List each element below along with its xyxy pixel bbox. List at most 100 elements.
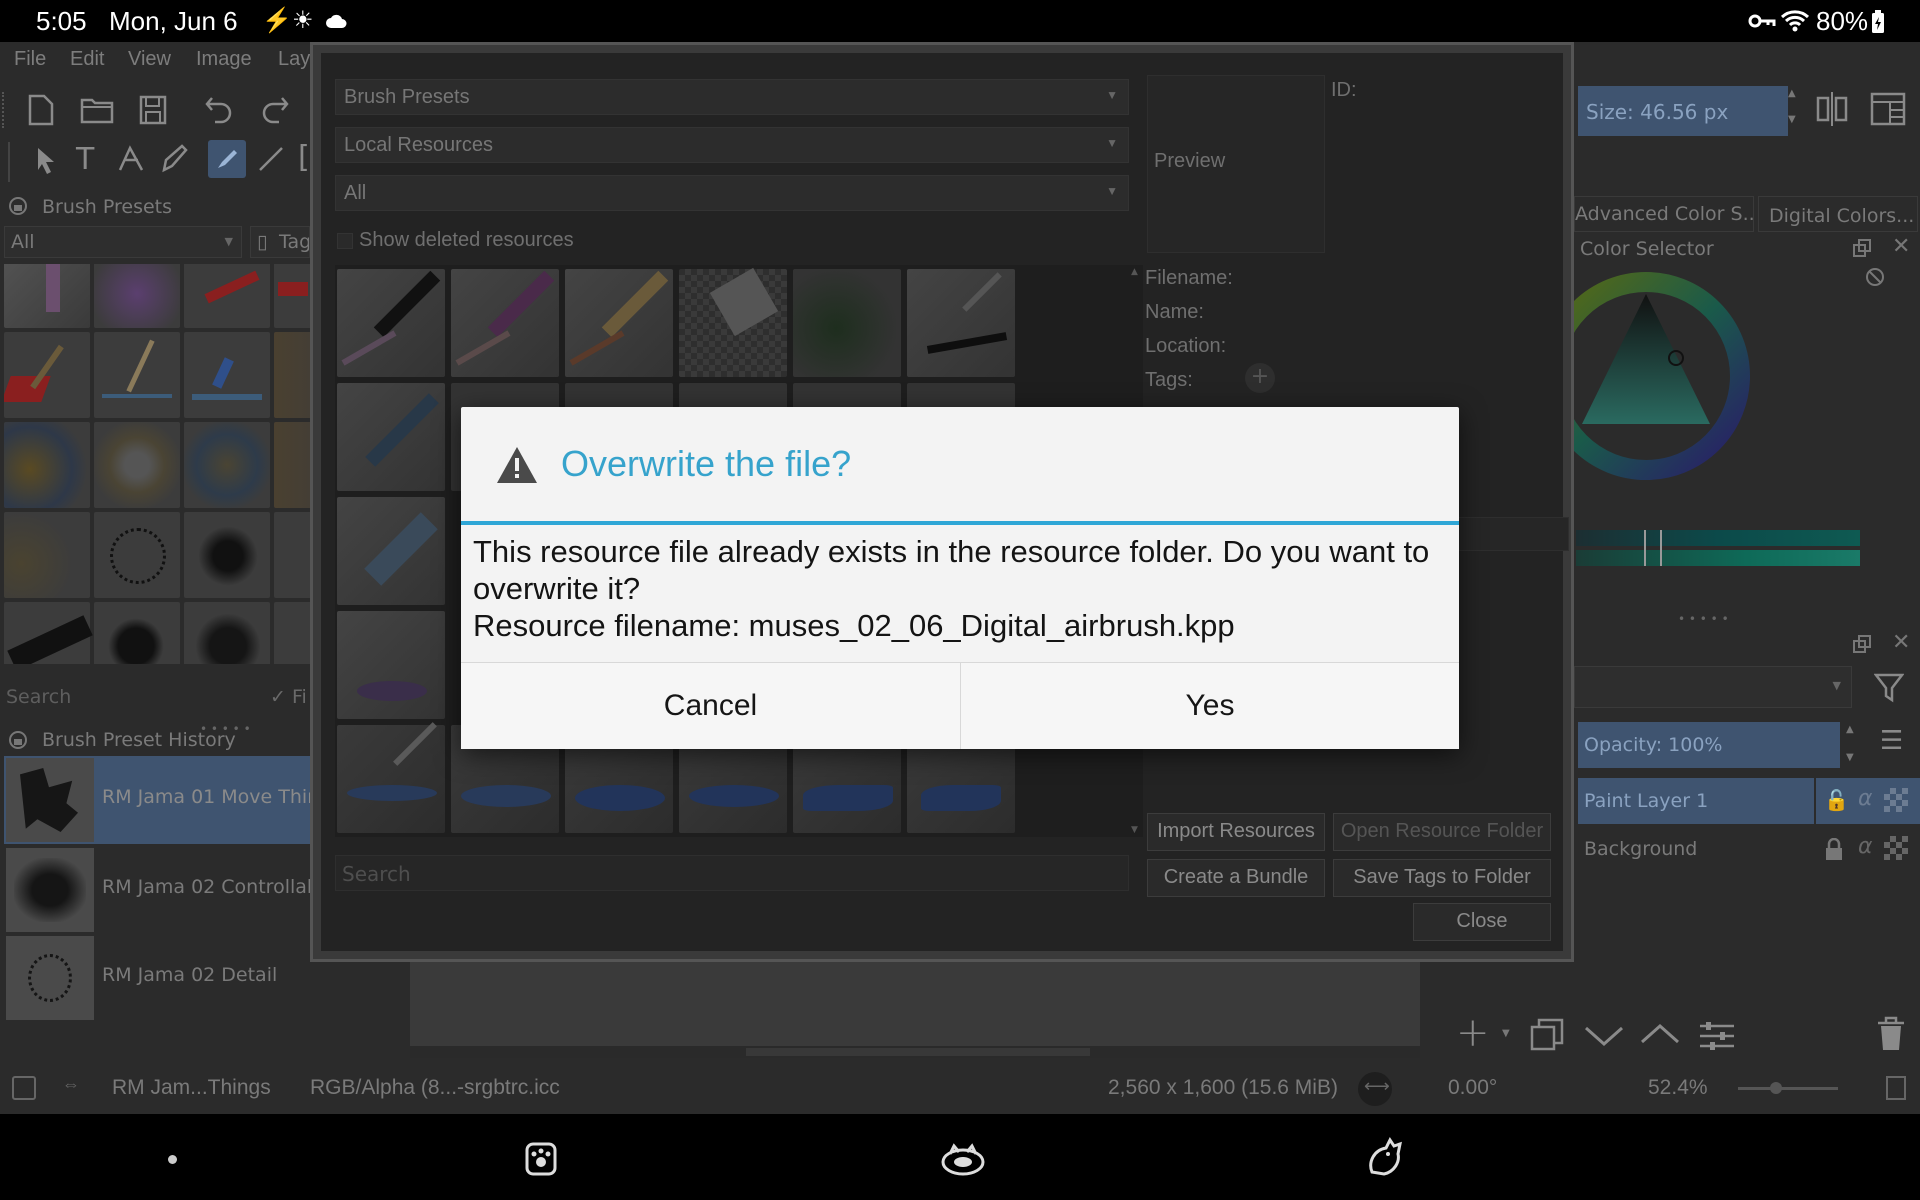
filter-checkbox[interactable]: ✓ xyxy=(270,686,286,708)
move-layer-down-icon[interactable] xyxy=(1584,1024,1624,1048)
zoom-slider[interactable] xyxy=(1738,1082,1838,1094)
filter-icon[interactable] xyxy=(1874,672,1904,704)
float-docker-icon[interactable] xyxy=(1852,238,1872,258)
close-docker-icon[interactable]: ✕ xyxy=(1892,630,1910,655)
spin-down-icon[interactable]: ▼ xyxy=(1846,752,1854,763)
history-item[interactable]: RM Jama 02 Controllab xyxy=(4,846,319,934)
calligraphy-icon[interactable] xyxy=(160,144,190,174)
lock-docker-icon[interactable] xyxy=(8,730,28,750)
fullscreen-icon[interactable] xyxy=(1886,1076,1906,1100)
wrap-icon[interactable]: ⇔ xyxy=(62,1074,80,1095)
horizontal-scrollbar[interactable] xyxy=(410,1046,1420,1058)
brush-preset-thumb[interactable] xyxy=(4,264,90,328)
workspace-icon[interactable] xyxy=(1870,92,1906,126)
alpha-lock-icon[interactable]: α xyxy=(1858,786,1873,811)
lock-icon[interactable] xyxy=(1824,838,1844,862)
resource-thumb[interactable] xyxy=(337,269,445,377)
brush-preset-thumb[interactable] xyxy=(94,332,180,418)
menu-view[interactable]: View xyxy=(128,48,171,71)
freehand-brush-tool[interactable] xyxy=(208,140,246,178)
open-folder-icon[interactable] xyxy=(80,96,114,124)
spin-down-icon[interactable]: ▼ xyxy=(1788,114,1796,125)
layer-row-selected[interactable]: Paint Layer 1 🔓 α xyxy=(1578,778,1920,824)
cat-home-icon[interactable] xyxy=(940,1140,986,1176)
brush-preset-thumb[interactable] xyxy=(274,422,310,508)
paw-app-icon[interactable] xyxy=(524,1138,558,1178)
brush-preset-thumb[interactable] xyxy=(184,512,270,598)
undo-icon[interactable] xyxy=(204,94,234,124)
menu-edit[interactable]: Edit xyxy=(70,48,104,71)
resource-thumb[interactable] xyxy=(451,269,559,377)
layer-row[interactable]: Background α xyxy=(1578,826,1920,872)
menu-layer[interactable]: Lay xyxy=(278,48,310,71)
cat-back-icon[interactable] xyxy=(1364,1136,1404,1178)
brush-preset-thumb[interactable] xyxy=(184,332,270,418)
brush-search-input[interactable]: Search xyxy=(6,686,71,708)
line-tool-icon[interactable] xyxy=(256,144,286,174)
resource-thumb[interactable] xyxy=(565,269,673,377)
brush-size-slider[interactable]: Size: 46.56 px xyxy=(1578,86,1788,136)
menu-icon[interactable]: ☰ xyxy=(1880,726,1903,756)
brush-preset-thumb[interactable] xyxy=(274,512,310,598)
blend-mode-combo[interactable]: ▼ xyxy=(1574,666,1852,708)
splitter-handle[interactable]: • • • • • xyxy=(1678,612,1729,626)
brush-preset-thumb[interactable] xyxy=(274,332,310,418)
redo-icon[interactable] xyxy=(260,94,290,124)
chevron-down-icon[interactable]: ▼ xyxy=(1502,1028,1510,1039)
brush-filter-combo[interactable]: All ▼ xyxy=(4,226,242,258)
opacity-slider[interactable]: Opacity: 100% xyxy=(1578,722,1840,768)
brush-preset-thumb[interactable] xyxy=(94,512,180,598)
brush-preset-thumb[interactable] xyxy=(4,422,90,508)
show-deleted-checkbox[interactable] xyxy=(337,233,353,249)
save-tags-button[interactable]: Save Tags to Folder xyxy=(1333,859,1551,897)
resource-thumb[interactable] xyxy=(337,383,445,491)
duplicate-layer-icon[interactable] xyxy=(1530,1018,1564,1052)
add-tag-icon[interactable]: + xyxy=(1245,363,1275,393)
select-arrow-icon[interactable] xyxy=(34,146,58,176)
new-document-icon[interactable] xyxy=(26,94,56,126)
rectangle-tool-icon[interactable]: [ xyxy=(298,140,310,175)
selection-mode-icon[interactable] xyxy=(12,1076,36,1100)
create-bundle-button[interactable]: Create a Bundle xyxy=(1147,859,1325,897)
brush-preset-thumb[interactable] xyxy=(4,512,90,598)
resource-type-combo[interactable]: Brush Presets ▼ xyxy=(335,79,1129,115)
storage-combo[interactable]: Local Resources ▼ xyxy=(335,127,1129,163)
brush-preset-thumb[interactable] xyxy=(94,264,180,328)
resource-thumb[interactable] xyxy=(337,611,445,719)
resource-thumb[interactable] xyxy=(793,269,901,377)
resource-thumb[interactable] xyxy=(907,269,1015,377)
color-slider[interactable] xyxy=(1576,550,1860,566)
tag-combo[interactable]: All ▼ xyxy=(335,175,1129,211)
mirror-icon[interactable] xyxy=(1816,92,1848,126)
tab-advanced-color[interactable]: Advanced Color S... xyxy=(1574,196,1754,232)
add-layer-icon[interactable]: + xyxy=(1456,1010,1490,1056)
edit-shapes-icon[interactable] xyxy=(116,144,146,174)
brush-preset-thumb[interactable] xyxy=(94,602,180,664)
lock-icon[interactable]: 🔓 xyxy=(1824,788,1849,812)
resource-thumb[interactable] xyxy=(679,267,787,377)
brush-preset-thumb[interactable] xyxy=(274,602,310,664)
resource-search-input[interactable]: Search xyxy=(335,855,1129,891)
spin-up-icon[interactable]: ▲ xyxy=(1846,724,1854,735)
dot-icon[interactable] xyxy=(168,1155,177,1164)
brush-preset-thumb[interactable] xyxy=(4,602,93,664)
menu-image[interactable]: Image xyxy=(196,48,252,71)
brush-preset-thumb[interactable] xyxy=(94,422,180,508)
history-item[interactable]: RM Jama 02 Detail xyxy=(4,934,310,1022)
open-resource-folder-button[interactable]: Open Resource Folder xyxy=(1333,813,1551,851)
yes-button[interactable]: Yes xyxy=(961,663,1459,749)
brush-preset-thumb[interactable] xyxy=(184,264,270,328)
brush-preset-thumb[interactable] xyxy=(184,422,270,508)
reset-color-icon[interactable] xyxy=(1864,266,1886,288)
cancel-button[interactable]: Cancel xyxy=(461,663,960,749)
tab-digital-colors[interactable]: Digital Colors... xyxy=(1758,196,1918,232)
lock-docker-icon[interactable] xyxy=(8,196,28,216)
text-tool-icon[interactable]: T xyxy=(76,142,94,177)
brush-preset-thumb[interactable] xyxy=(184,602,270,664)
save-icon[interactable] xyxy=(138,94,168,126)
inherit-alpha-icon[interactable] xyxy=(1884,788,1908,812)
color-slider[interactable] xyxy=(1576,530,1860,546)
import-resources-button[interactable]: Import Resources xyxy=(1147,813,1325,851)
canvas-area[interactable] xyxy=(410,962,1420,1054)
brush-preset-thumb[interactable] xyxy=(274,264,310,328)
